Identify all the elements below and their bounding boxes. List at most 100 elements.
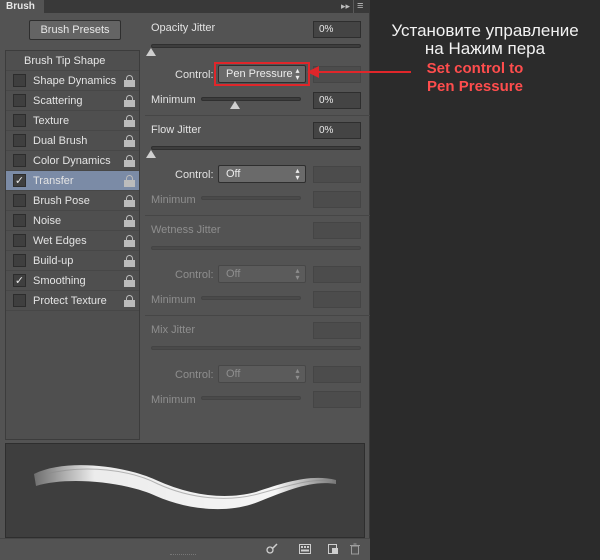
opacity-minimum-slider-thumb[interactable] [230, 101, 240, 109]
mix-jitter-field [313, 322, 361, 339]
lock-icon[interactable] [124, 175, 135, 187]
brush-option-row[interactable]: Scattering [6, 91, 139, 111]
flow-jitter-field[interactable]: 0% [313, 122, 361, 139]
option-checkbox[interactable]: ✓ [13, 274, 26, 287]
mix-control-select: Off ▴ ▾ [218, 365, 306, 383]
brush-tab[interactable]: Brush [0, 0, 44, 13]
russian-instruction: Установите управление на Нажим пера [370, 22, 600, 58]
lock-icon[interactable] [124, 295, 135, 307]
lock-icon[interactable] [124, 195, 135, 207]
brush-option-row[interactable]: Shape Dynamics [6, 71, 139, 91]
panel-menu-icon[interactable]: ≡ [357, 0, 363, 13]
opacity-minimum-label: Minimum [151, 94, 196, 106]
wetness-jitter-field [313, 222, 361, 239]
option-label: Noise [33, 215, 62, 227]
wetness-control-select: Off ▴ ▾ [218, 265, 306, 283]
brush-presets-button[interactable]: Brush Presets [29, 20, 121, 40]
toggle-live-tip-icon[interactable] [266, 543, 278, 555]
screenshot-canvas: Brush ▸▸ ≡ Brush Presets Brush Tip Shape… [0, 0, 600, 560]
option-label: Shape Dynamics [33, 75, 117, 87]
option-label: Build-up [33, 255, 74, 267]
option-label: Protect Texture [33, 295, 107, 307]
opacity-jitter-slider-thumb[interactable] [146, 48, 156, 56]
brush-option-row[interactable]: Protect Texture [6, 291, 139, 311]
russian-instruction-line2: на Нажим пера [424, 39, 546, 58]
brush-grid-icon[interactable] [299, 543, 311, 555]
english-instruction-line1: Set control to [426, 60, 524, 77]
option-checkbox[interactable] [13, 234, 26, 247]
select-arrows-icon: ▴ ▾ [295, 266, 300, 282]
brush-option-row[interactable]: Build-up [6, 251, 139, 271]
brush-options-list: Brush Tip Shape Shape Dynamics Scattering… [5, 50, 140, 440]
brush-option-row[interactable]: Wet Edges [6, 231, 139, 251]
lock-icon[interactable] [124, 215, 135, 227]
wetness-control-value: Off [226, 268, 241, 280]
brush-option-row[interactable]: Dual Brush [6, 131, 139, 151]
flow-control-value: Off [226, 168, 241, 180]
titlebar-divider [353, 0, 354, 13]
trash-icon[interactable] [349, 543, 361, 555]
panel-footer [0, 538, 370, 560]
opacity-jitter-slider[interactable] [151, 44, 361, 48]
brush-option-row[interactable]: Noise [6, 211, 139, 231]
english-instruction: Set control to Pen Pressure [400, 60, 550, 96]
section-divider [145, 215, 370, 216]
flow-control-select[interactable]: Off ▴ ▾ [218, 165, 306, 183]
option-checkbox[interactable] [13, 134, 26, 147]
flow-jitter-slider[interactable] [151, 146, 361, 150]
brush-option-row[interactable]: ✓ Transfer [6, 171, 139, 191]
option-label: Transfer [33, 175, 74, 187]
option-checkbox[interactable] [13, 194, 26, 207]
option-label: Color Dynamics [33, 155, 111, 167]
brush-option-row[interactable]: Color Dynamics [6, 151, 139, 171]
mix-minimum-slider [201, 396, 301, 400]
mix-jitter-slider [151, 346, 361, 350]
new-brush-icon[interactable] [327, 543, 339, 555]
lock-icon[interactable] [124, 155, 135, 167]
option-checkbox[interactable] [13, 114, 26, 127]
lock-icon[interactable] [124, 235, 135, 247]
opacity-jitter-field[interactable]: 0% [313, 21, 361, 38]
option-checkbox[interactable] [13, 74, 26, 87]
brush-stroke-preview [5, 443, 365, 538]
lock-icon[interactable] [124, 275, 135, 287]
option-checkbox[interactable] [13, 294, 26, 307]
opacity-minimum-slider[interactable] [201, 97, 301, 101]
lock-icon[interactable] [124, 255, 135, 267]
flow-jitter-slider-thumb[interactable] [146, 150, 156, 158]
select-arrows-icon: ▴ ▾ [295, 166, 300, 182]
option-checkbox[interactable] [13, 94, 26, 107]
opacity-control-label: Control: [175, 69, 214, 81]
section-divider [145, 115, 370, 116]
option-checkbox[interactable] [13, 214, 26, 227]
mix-control-value: Off [226, 368, 241, 380]
stroke-preview-graphic [34, 465, 336, 510]
wetness-minimum-slider [201, 296, 301, 300]
flow-minimum-slider [201, 196, 301, 200]
flow-minimum-label: Minimum [151, 194, 196, 206]
brush-option-row[interactable]: Brush Pose [6, 191, 139, 211]
brush-option-row[interactable]: ✓ Smoothing [6, 271, 139, 291]
brush-options-column: Brush Presets Brush Tip Shape Shape Dyna… [5, 18, 140, 440]
lock-icon[interactable] [124, 95, 135, 107]
flow-minimum-field [313, 191, 361, 208]
flow-jitter-label: Flow Jitter [151, 124, 202, 136]
mix-control-empty-field [313, 366, 361, 383]
russian-instruction-line1: Установите управление [391, 21, 579, 40]
option-checkbox[interactable] [13, 154, 26, 167]
flow-control-label: Control: [175, 169, 214, 181]
brush-tip-shape-item[interactable]: Brush Tip Shape [6, 51, 139, 71]
wetness-control-empty-field [313, 266, 361, 283]
panel-resize-grip[interactable] [170, 554, 196, 557]
pointer-arrow-icon [307, 66, 411, 78]
option-checkbox[interactable] [13, 254, 26, 267]
section-divider [145, 315, 370, 316]
brush-option-row[interactable]: Texture [6, 111, 139, 131]
collapse-forward-icon[interactable]: ▸▸ [341, 0, 350, 13]
opacity-minimum-field[interactable]: 0% [313, 92, 361, 109]
lock-icon[interactable] [124, 75, 135, 87]
lock-icon[interactable] [124, 135, 135, 147]
lock-icon[interactable] [124, 115, 135, 127]
mix-minimum-label: Minimum [151, 394, 196, 406]
option-checkbox[interactable]: ✓ [13, 174, 26, 187]
